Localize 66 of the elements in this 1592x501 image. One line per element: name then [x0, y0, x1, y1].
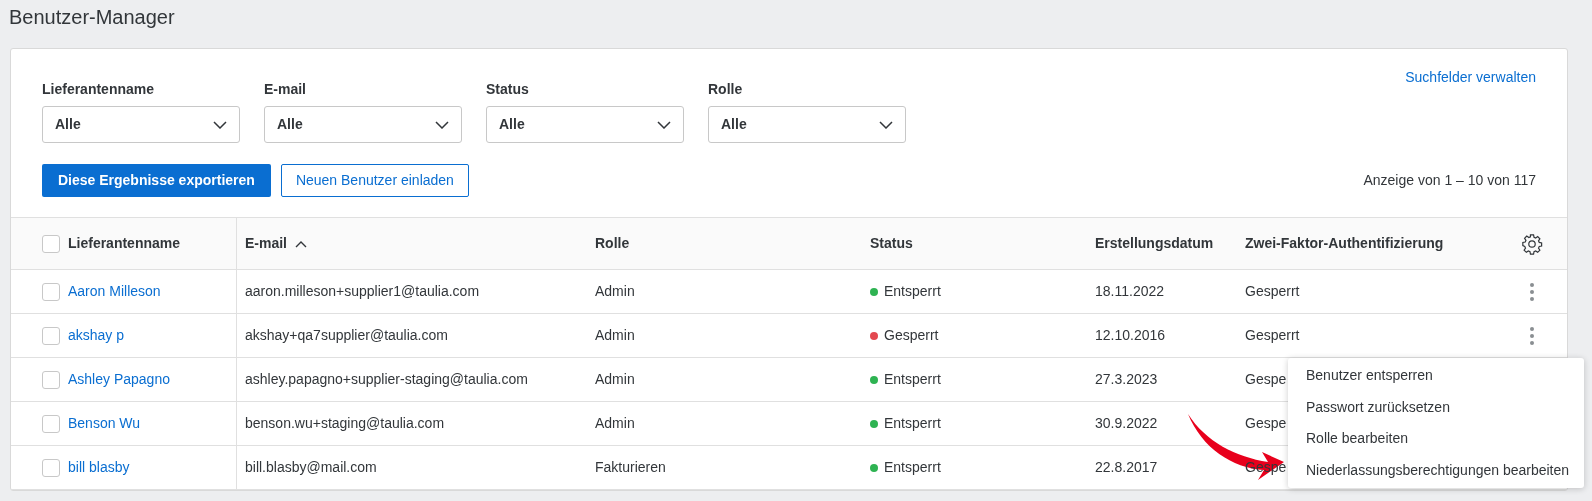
menu-item[interactable]: Benutzer entsperren: [1288, 360, 1584, 392]
checkbox[interactable]: [42, 326, 60, 345]
export-button[interactable]: Diese Ergebnisse exportieren: [42, 164, 271, 197]
column-header[interactable]: Status: [870, 233, 913, 254]
supplier-name-link[interactable]: bill blasby: [68, 457, 130, 478]
filter-dropdown[interactable]: Alle: [264, 106, 462, 143]
settings-icon[interactable]: [1521, 232, 1543, 255]
two-factor-cell-text: Gesperrt: [1245, 326, 1300, 345]
filter-label: Rolle: [708, 80, 744, 99]
role-cell-text: Admin: [595, 370, 635, 389]
role-cell-text: Admin: [595, 414, 635, 433]
more-options-icon[interactable]: [1529, 325, 1535, 346]
column-header[interactable]: E-mail: [245, 233, 287, 254]
status-cell-text: Entsperrt: [884, 282, 941, 301]
created-date-cell-text: 12.10.2016: [1095, 326, 1166, 345]
chevron-down-icon: [879, 120, 893, 129]
filter-label: E-mail: [264, 80, 307, 99]
email-cell-text: bill.blasby@mail.com: [245, 458, 377, 477]
column-header[interactable]: Lieferantenname: [68, 233, 181, 254]
menu-item[interactable]: Rolle bearbeiten: [1288, 423, 1584, 455]
supplier-name-link[interactable]: akshay p: [68, 325, 125, 346]
supplier-name-link[interactable]: Ashley Papagno: [68, 369, 170, 390]
page-title: Benutzer-Manager: [9, 5, 176, 29]
created-date-cell-text: 27.3.2023: [1095, 370, 1158, 389]
created-date-cell-text: 30.9.2022: [1095, 414, 1158, 433]
column-header[interactable]: Rolle: [595, 233, 630, 254]
manage-fields-link[interactable]: Suchfelder verwalten: [1405, 67, 1536, 88]
status-cell-text: Entsperrt: [884, 414, 941, 433]
column-header[interactable]: Zwei-Faktor-Authentifizierung: [1245, 233, 1444, 254]
filter-label: Status: [486, 80, 530, 99]
chevron-down-icon: [657, 120, 671, 129]
email-cell-text: aaron.milleson+supplier1@taulia.com: [245, 282, 480, 301]
email-cell-text: akshay+qa7supplier@taulia.com: [245, 326, 448, 345]
column-header[interactable]: Erstellungsdatum: [1095, 233, 1214, 254]
supplier-name-link[interactable]: Aaron Milleson: [68, 281, 161, 302]
status-cell-text: Gesperrt: [884, 326, 939, 345]
supplier-name-link[interactable]: Benson Wu: [68, 413, 141, 434]
two-factor-cell-text: Gespe: [1245, 414, 1287, 433]
status-cell-text: Entsperrt: [884, 370, 941, 389]
filter-dropdown[interactable]: Alle: [708, 106, 906, 143]
chevron-down-icon: [435, 120, 449, 129]
checkbox[interactable]: [42, 414, 60, 433]
result-count: Anzeige von 1 – 10 von 117: [1363, 171, 1536, 190]
two-factor-cell-text: Gesperrt: [1245, 282, 1300, 301]
filter-dropdown[interactable]: Alle: [486, 106, 684, 143]
checkbox[interactable]: [42, 282, 60, 301]
role-cell-text: Admin: [595, 326, 635, 345]
chevron-down-icon: [213, 120, 227, 129]
menu-item[interactable]: Niederlassungsberechtigungen bearbeiten: [1288, 454, 1584, 486]
menu-item[interactable]: Passwort zurücksetzen: [1288, 391, 1584, 423]
status-cell-text: Entsperrt: [884, 458, 941, 477]
role-cell-text: Fakturieren: [595, 458, 666, 477]
created-date-cell-text: 18.11.2022: [1095, 282, 1165, 301]
more-options-icon[interactable]: [1529, 281, 1535, 302]
created-date-cell-text: 22.8.2017: [1095, 458, 1158, 477]
checkbox[interactable]: [42, 234, 60, 253]
role-cell-text: Admin: [595, 282, 635, 301]
sort-ascending-icon[interactable]: [295, 239, 307, 248]
email-cell-text: benson.wu+staging@taulia.com: [245, 414, 445, 433]
two-factor-cell-text: Gespe: [1245, 370, 1287, 389]
email-cell-text: ashley.papagno+supplier-staging@taulia.com: [245, 370, 528, 389]
invite-user-button[interactable]: Neuen Benutzer einladen: [280, 164, 469, 197]
checkbox[interactable]: [42, 458, 60, 477]
filter-label: Lieferantenname: [42, 80, 156, 99]
checkbox[interactable]: [42, 370, 60, 389]
filter-dropdown[interactable]: Alle: [42, 106, 240, 143]
